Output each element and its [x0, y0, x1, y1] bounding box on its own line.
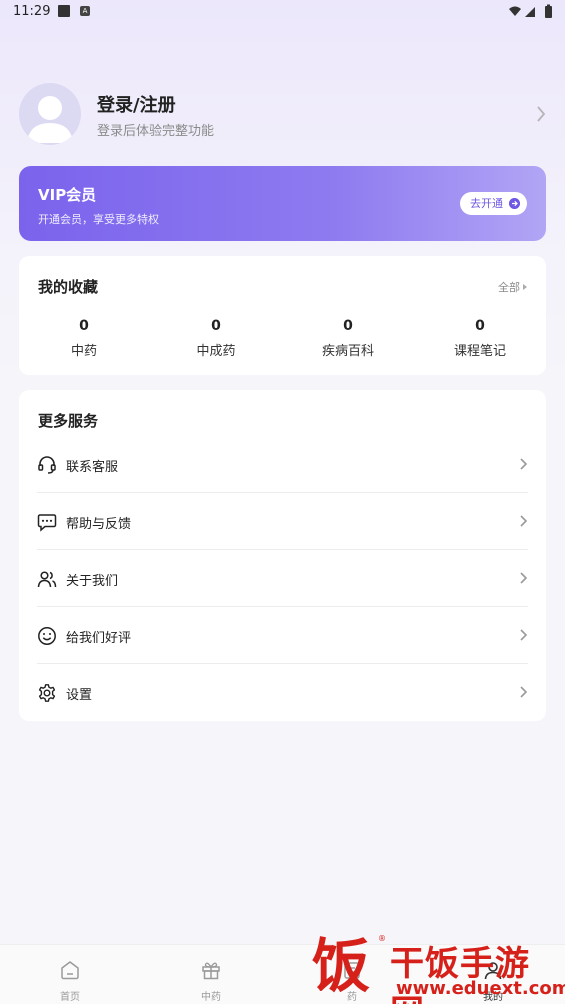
- chevron-right-icon: [520, 686, 528, 698]
- favorites-all-label: 全部: [498, 281, 520, 294]
- vip-activate-button[interactable]: 去开通: [460, 192, 527, 215]
- triangle-right-icon: [523, 284, 527, 290]
- favorite-label: 中药: [70, 344, 97, 359]
- headset-icon: [38, 456, 56, 474]
- services-title: 更多服务: [38, 412, 99, 430]
- favorite-item-course-notes[interactable]: 0 课程笔记: [430, 318, 530, 359]
- service-row-about-us[interactable]: 关于我们: [37, 550, 528, 607]
- gift-icon: [202, 962, 220, 980]
- notification-icon: [58, 5, 70, 17]
- watermark-logo: 饭: [312, 932, 371, 1000]
- service-label: 设置: [66, 688, 93, 703]
- favorite-count: 0: [211, 318, 221, 334]
- vip-subtitle: 开通会员，享受更多特权: [38, 213, 159, 226]
- service-row-rate-us[interactable]: 给我们好评: [37, 607, 528, 664]
- login-register-title[interactable]: 登录/注册: [97, 91, 176, 117]
- users-icon: [37, 571, 57, 588]
- service-label: 帮助与反馈: [66, 517, 132, 532]
- favorite-item-disease-encyclopedia[interactable]: 0 疾病百科: [298, 318, 398, 359]
- arrow-right-circle-icon: [509, 198, 520, 209]
- services-card: 更多服务 联系客服 帮助与反馈 关于我们 给我们好评 设置: [19, 390, 546, 721]
- status-time: 11:29: [13, 4, 51, 19]
- chevron-right-icon: [520, 572, 528, 584]
- tab-label: 首页: [60, 992, 80, 1003]
- watermark: 饭 ® 干饭手游网 www.eduext.com: [312, 928, 565, 1004]
- favorite-count: 0: [343, 318, 353, 334]
- favorites-all-link[interactable]: 全部: [498, 279, 527, 295]
- chevron-right-icon: [520, 629, 528, 641]
- favorites-title: 我的收藏: [38, 278, 99, 296]
- watermark-url: www.eduext.com: [396, 978, 565, 999]
- vip-banner[interactable]: VIP会员 开通会员，享受更多特权 去开通: [19, 166, 546, 241]
- services-list: 联系客服 帮助与反馈 关于我们 给我们好评 设置: [37, 436, 528, 721]
- home-icon: [61, 961, 79, 980]
- profile-header[interactable]: 登录/注册 登录后体验完整功能: [19, 83, 547, 145]
- tab-herbs[interactable]: 中药: [171, 945, 251, 1004]
- favorite-label: 课程笔记: [453, 344, 506, 359]
- vip-activate-label: 去开通: [470, 197, 503, 210]
- service-row-settings[interactable]: 设置: [37, 664, 528, 721]
- avatar[interactable]: [19, 83, 81, 145]
- chat-bubble-icon: [37, 514, 57, 532]
- watermark-registered-mark: ®: [378, 934, 386, 943]
- service-label: 联系客服: [66, 460, 119, 475]
- tab-label: 中药: [201, 992, 221, 1003]
- chevron-right-icon: [520, 458, 528, 470]
- signal-battery-icon: [509, 4, 552, 18]
- service-row-help-feedback[interactable]: 帮助与反馈: [37, 493, 528, 550]
- keyboard-icon: A: [80, 6, 90, 16]
- chevron-right-icon: [520, 515, 528, 527]
- service-label: 给我们好评: [66, 631, 132, 646]
- smile-icon: [38, 627, 56, 645]
- service-label: 关于我们: [66, 574, 119, 589]
- vip-title: VIP会员: [38, 186, 97, 204]
- service-row-contact-support[interactable]: 联系客服: [37, 436, 528, 493]
- avatar-placeholder-icon: [27, 96, 73, 143]
- login-subtitle: 登录后体验完整功能: [97, 124, 215, 139]
- gear-icon: [38, 684, 56, 702]
- status-bar: 11:29 A: [0, 0, 565, 26]
- favorite-count: 0: [79, 318, 89, 334]
- favorite-label: 中成药: [196, 344, 236, 359]
- favorites-card: 我的收藏 全部 0 中药 0 中成药 0 疾病百科 0 课程笔记: [19, 256, 546, 375]
- chevron-right-icon[interactable]: [535, 105, 547, 123]
- favorite-item-patent-medicine[interactable]: 0 中成药: [166, 318, 266, 359]
- favorite-count: 0: [475, 318, 485, 334]
- favorite-label: 疾病百科: [321, 344, 374, 359]
- tab-home[interactable]: 首页: [30, 945, 110, 1004]
- favorite-item-herbs[interactable]: 0 中药: [34, 318, 134, 359]
